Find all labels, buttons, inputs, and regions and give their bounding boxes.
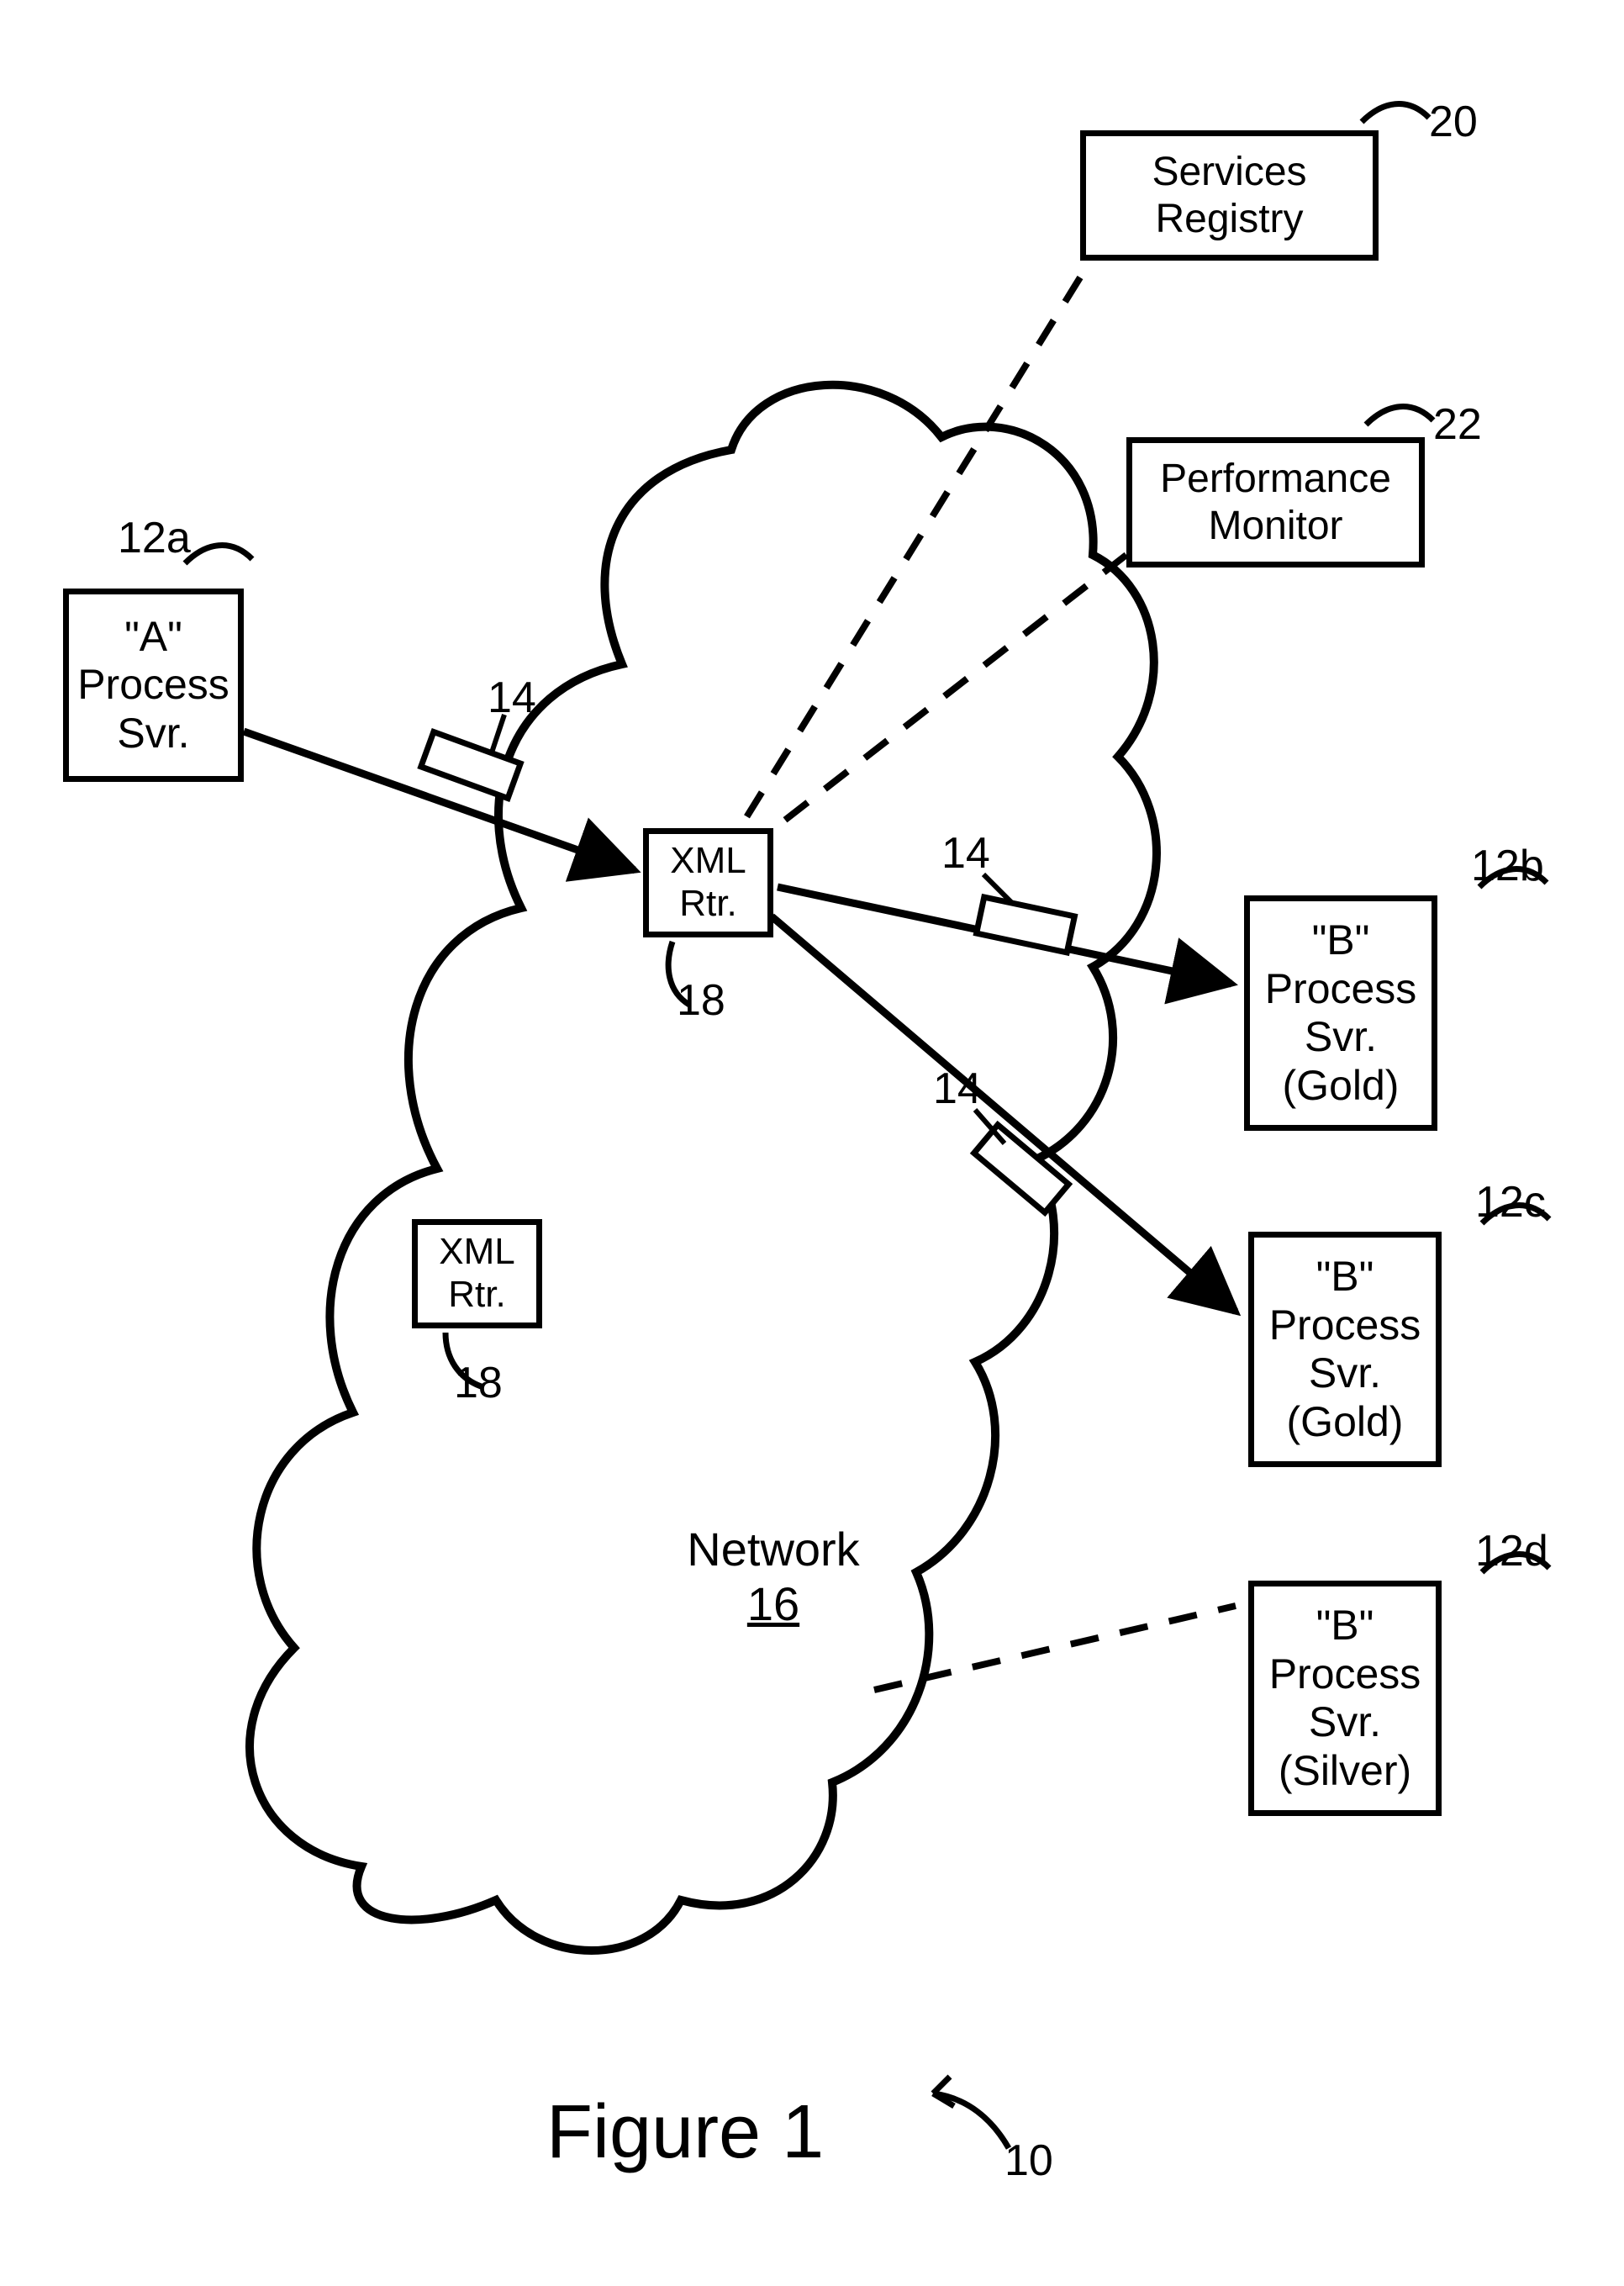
node-a-process-svr: "A" Process Svr. xyxy=(63,589,244,782)
arrow-xmlrtr-to-c xyxy=(772,916,1236,1312)
ref-18-lower: 18 xyxy=(454,1358,503,1408)
ref-10: 10 xyxy=(1004,2136,1053,2186)
figure-caption: Figure 1 xyxy=(546,2089,824,2176)
arrow-xmlrtr-to-b xyxy=(778,887,1231,984)
xml-rtr-upper: XML Rtr. xyxy=(643,828,773,937)
ref-14-left: 14 xyxy=(488,673,536,723)
network-number: 16 xyxy=(664,1576,883,1631)
node-d-process-svr-silver: "B" Process Svr. (Silver) xyxy=(1248,1581,1442,1816)
svc-line1: Services xyxy=(1152,149,1306,195)
network-label-block: Network 16 xyxy=(664,1522,883,1631)
ref-14-lowerright: 14 xyxy=(933,1064,982,1114)
ref-12b: 12b xyxy=(1471,841,1544,891)
node-c-process-svr-gold: "B" Process Svr. (Gold) xyxy=(1248,1232,1442,1467)
diagram-overlay xyxy=(0,0,1624,2286)
node-a-line3: Svr. xyxy=(117,710,189,758)
arrow-a-to-xmlrtr xyxy=(244,731,635,870)
message-14-topright xyxy=(977,897,1075,953)
message-14-left xyxy=(421,732,520,799)
ref-18-upper: 18 xyxy=(677,975,725,1026)
link-monitor-rtr xyxy=(769,555,1126,832)
xml-rtr-lower: XML Rtr. xyxy=(412,1219,542,1328)
node-a-line2: Process xyxy=(77,661,229,710)
svc-line2: Registry xyxy=(1155,196,1303,242)
ref-22: 22 xyxy=(1433,399,1482,450)
link-registry-rtr xyxy=(740,277,1080,828)
pm-line1: Performance xyxy=(1160,456,1391,502)
node-performance-monitor: Performance Monitor xyxy=(1126,437,1425,568)
node-services-registry: Services Registry xyxy=(1080,130,1379,261)
ref-12a: 12a xyxy=(118,513,191,563)
ref-12c: 12c xyxy=(1475,1177,1546,1227)
ref-12d: 12d xyxy=(1475,1526,1548,1576)
message-14-lowerright xyxy=(974,1125,1069,1212)
ref-20: 20 xyxy=(1429,97,1478,147)
network-label: Network xyxy=(687,1523,859,1576)
ref-14-topright: 14 xyxy=(941,828,990,879)
node-b-process-svr-gold: "B" Process Svr. (Gold) xyxy=(1244,895,1437,1131)
pm-line2: Monitor xyxy=(1208,503,1342,549)
node-a-line1: "A" xyxy=(124,613,182,662)
network-cloud xyxy=(250,385,1157,1951)
link-cloud-d xyxy=(874,1606,1236,1690)
